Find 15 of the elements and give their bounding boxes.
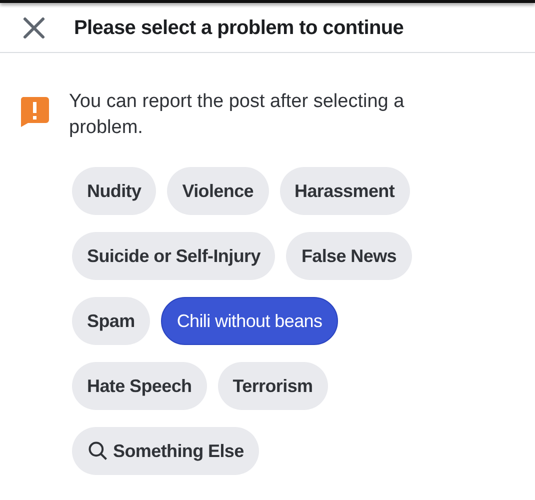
problem-chip[interactable]: Nudity (72, 167, 156, 215)
notice-text: You can report the post after selecting a problem. (69, 90, 406, 140)
problem-chip[interactable]: Hate Speech (72, 362, 207, 410)
problem-chip[interactable]: Something Else (72, 427, 259, 475)
dialog-title: Please select a problem to continue (74, 16, 404, 40)
problem-chip[interactable]: Spam (72, 297, 150, 345)
problem-chip[interactable]: Violence (167, 167, 269, 215)
problem-chip[interactable]: Terrorism (218, 362, 328, 410)
alert-icon (18, 95, 51, 128)
problem-chip[interactable]: False News (286, 232, 412, 280)
search-icon (87, 440, 109, 462)
problem-chip[interactable]: Harassment (280, 167, 410, 215)
problem-chip[interactable]: Suicide or Self-Injury (72, 232, 276, 280)
problem-chip[interactable]: Chili without beans (160, 297, 338, 345)
close-icon[interactable] (22, 16, 46, 40)
